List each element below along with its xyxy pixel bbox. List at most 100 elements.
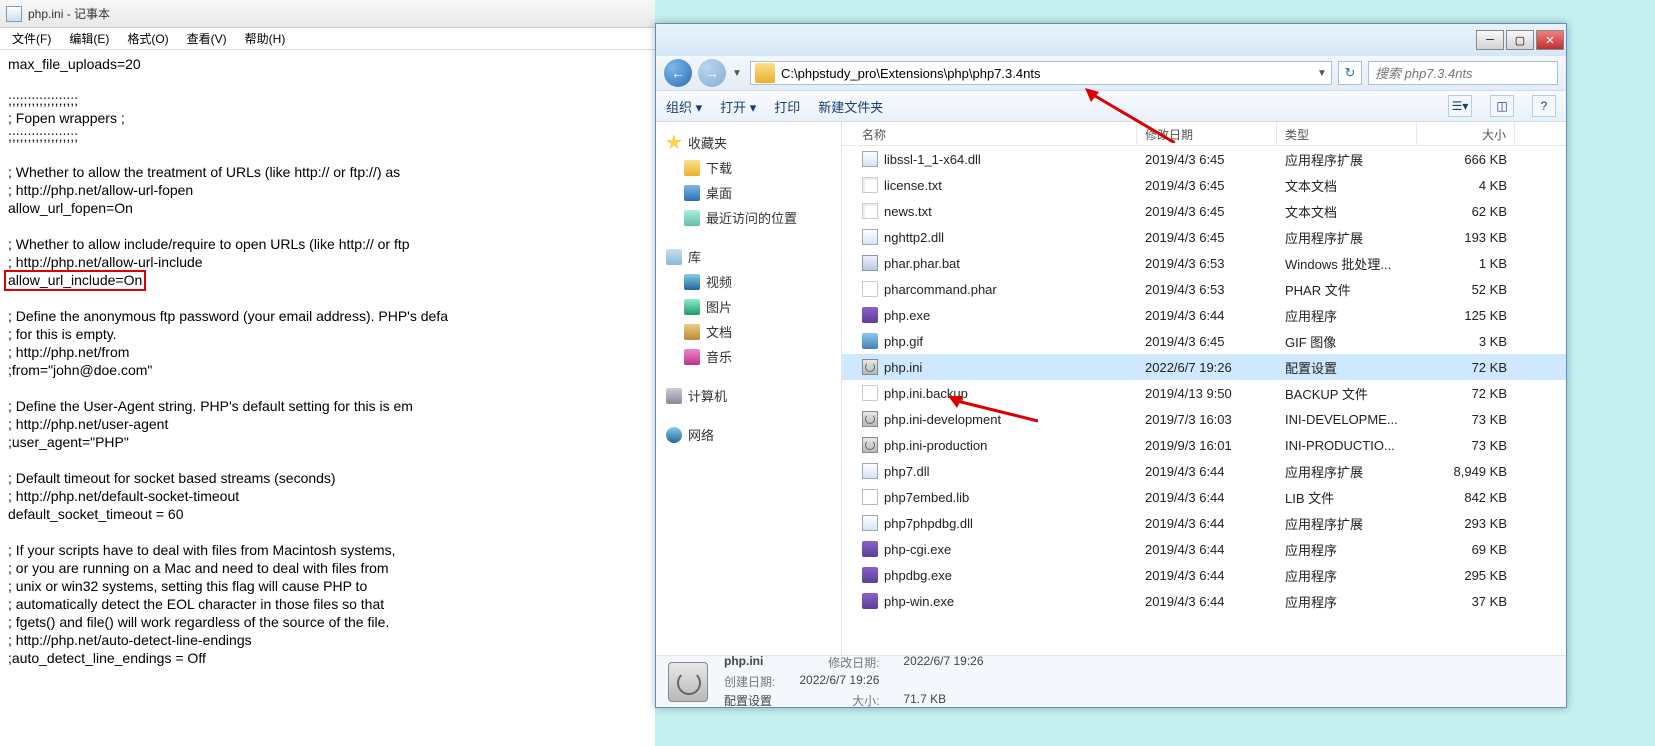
file-type-icon	[862, 385, 878, 401]
file-row[interactable]: php.exe2019/4/3 6:44应用程序125 KB	[842, 302, 1566, 328]
file-row[interactable]: php7embed.lib2019/4/3 6:44LIB 文件842 KB	[842, 484, 1566, 510]
help-icon[interactable]: ?	[1532, 95, 1556, 117]
document-icon	[684, 324, 700, 340]
refresh-button[interactable]: ↻	[1338, 61, 1362, 85]
nav-bar: ← → ▼ C:\phpstudy_pro\Extensions\php\php…	[656, 56, 1566, 90]
file-type-icon	[862, 489, 878, 505]
history-dropdown-icon[interactable]: ▼	[732, 68, 744, 79]
sidebar-head-library[interactable]: 库	[656, 244, 841, 269]
column-date[interactable]: 修改日期	[1137, 122, 1277, 145]
file-row[interactable]: php7.dll2019/4/3 6:44应用程序扩展8,949 KB	[842, 458, 1566, 484]
file-date: 2019/4/3 6:53	[1137, 256, 1277, 271]
toolbar-organize[interactable]: 组织 ▾	[666, 97, 702, 116]
file-size: 193 KB	[1417, 230, 1515, 245]
file-name: php7phpdbg.dll	[884, 516, 973, 531]
menu-edit[interactable]: 编辑(E)	[61, 28, 117, 49]
toolbar-print[interactable]: 打印	[774, 97, 800, 116]
window-controls: ─ ▢ ✕	[1476, 30, 1566, 50]
star-icon	[666, 135, 682, 151]
sidebar-head-favorites[interactable]: 收藏夹	[656, 130, 841, 155]
sidebar-item-desktop[interactable]: 桌面	[656, 180, 841, 205]
preview-pane-icon[interactable]: ◫	[1490, 95, 1514, 117]
file-size: 73 KB	[1417, 438, 1515, 453]
sidebar-item-documents[interactable]: 文档	[656, 319, 841, 344]
close-button[interactable]: ✕	[1536, 30, 1564, 50]
status-type-value: 配置设置	[724, 692, 775, 709]
status-create-label: 创建日期:	[724, 673, 775, 690]
file-type: 应用程序扩展	[1277, 228, 1417, 247]
address-dropdown-icon[interactable]: ▼	[1313, 68, 1331, 79]
file-name: phpdbg.exe	[884, 568, 952, 583]
file-row[interactable]: pharcommand.phar2019/4/3 6:53PHAR 文件52 K…	[842, 276, 1566, 302]
file-date: 2019/4/3 6:44	[1137, 464, 1277, 479]
file-date: 2019/4/3 6:45	[1137, 152, 1277, 167]
file-row[interactable]: php.ini-development2019/7/3 16:03INI-DEV…	[842, 406, 1566, 432]
file-name: news.txt	[884, 204, 932, 219]
file-name: phar.phar.bat	[884, 256, 960, 271]
file-row[interactable]: phar.phar.bat 2019/4/3 6:53Windows 批处理...…	[842, 250, 1566, 276]
sidebar-item-recent[interactable]: 最近访问的位置	[656, 205, 841, 230]
address-bar[interactable]: C:\phpstudy_pro\Extensions\php\php7.3.4n…	[750, 61, 1332, 85]
file-type: 应用程序扩展	[1277, 514, 1417, 533]
file-type: 配置设置	[1277, 358, 1417, 377]
file-size: 8,949 KB	[1417, 464, 1515, 479]
file-row[interactable]: libssl-1_1-x64.dll2019/4/3 6:45应用程序扩展666…	[842, 146, 1566, 172]
sidebar-item-music[interactable]: 音乐	[656, 344, 841, 369]
file-row[interactable]: php-cgi.exe2019/4/3 6:44应用程序69 KB	[842, 536, 1566, 562]
file-type: 应用程序扩展	[1277, 462, 1417, 481]
file-type: 应用程序	[1277, 592, 1417, 611]
file-type: Windows 批处理...	[1277, 254, 1417, 273]
file-row[interactable]: phpdbg.exe2019/4/3 6:44应用程序295 KB	[842, 562, 1566, 588]
search-box[interactable]	[1368, 61, 1558, 85]
menu-format[interactable]: 格式(O)	[119, 28, 176, 49]
sidebar-network-group: 网络	[656, 422, 841, 447]
file-row[interactable]: license.txt2019/4/3 6:45文本文档4 KB	[842, 172, 1566, 198]
toolbar-open[interactable]: 打开 ▾	[720, 97, 756, 116]
file-row[interactable]: news.txt2019/4/3 6:45文本文档62 KB	[842, 198, 1566, 224]
notepad-menubar: 文件(F) 编辑(E) 格式(O) 查看(V) 帮助(H)	[0, 28, 655, 50]
file-date: 2019/4/3 6:53	[1137, 282, 1277, 297]
sidebar-item-network[interactable]: 网络	[656, 422, 841, 447]
file-row[interactable]: php.ini2022/6/7 19:26配置设置72 KB	[842, 354, 1566, 380]
notepad-editor[interactable]: max_file_uploads=20 ;;;;;;;;;;;;;;;;;; ;…	[0, 50, 655, 674]
notepad-titlebar[interactable]: php.ini - 记事本	[0, 0, 655, 28]
column-size[interactable]: 大小	[1417, 122, 1515, 145]
file-type-icon	[862, 333, 878, 349]
sidebar-item-videos[interactable]: 视频	[656, 269, 841, 294]
column-headers: 名称 修改日期 类型 大小	[842, 122, 1566, 146]
file-size: 72 KB	[1417, 386, 1515, 401]
file-date: 2019/4/3 6:44	[1137, 516, 1277, 531]
file-row[interactable]: php.ini.backup2019/4/13 9:50BACKUP 文件72 …	[842, 380, 1566, 406]
menu-view[interactable]: 查看(V)	[179, 28, 235, 49]
minimize-button[interactable]: ─	[1476, 30, 1504, 50]
menu-help[interactable]: 帮助(H)	[237, 28, 294, 49]
status-size-value: 71.7 KB	[903, 692, 983, 709]
toolbar-newfolder[interactable]: 新建文件夹	[818, 97, 883, 116]
file-type: 应用程序扩展	[1277, 150, 1417, 169]
maximize-button[interactable]: ▢	[1506, 30, 1534, 50]
notepad-icon	[6, 6, 22, 22]
back-button[interactable]: ←	[664, 59, 692, 87]
file-size: 842 KB	[1417, 490, 1515, 505]
file-row[interactable]: php.gif2019/4/3 6:45GIF 图像3 KB	[842, 328, 1566, 354]
file-row[interactable]: php-win.exe2019/4/3 6:44应用程序37 KB	[842, 588, 1566, 614]
column-name[interactable]: 名称	[842, 122, 1137, 145]
forward-button[interactable]: →	[698, 59, 726, 87]
column-type[interactable]: 类型	[1277, 122, 1417, 145]
file-row[interactable]: php7phpdbg.dll2019/4/3 6:44应用程序扩展293 KB	[842, 510, 1566, 536]
menu-file[interactable]: 文件(F)	[4, 28, 59, 49]
sidebar-computer-group: 计算机	[656, 383, 841, 408]
explorer-titlebar[interactable]: ─ ▢ ✕	[656, 24, 1566, 56]
file-type: INI-DEVELOPME...	[1277, 412, 1417, 427]
sidebar-item-computer[interactable]: 计算机	[656, 383, 841, 408]
file-name: php.gif	[884, 334, 923, 349]
search-input[interactable]	[1369, 66, 1557, 81]
sidebar-item-downloads[interactable]: 下载	[656, 155, 841, 180]
file-row[interactable]: nghttp2.dll2019/4/3 6:45应用程序扩展193 KB	[842, 224, 1566, 250]
file-row[interactable]: php.ini-production2019/9/3 16:01INI-PROD…	[842, 432, 1566, 458]
file-date: 2019/4/3 6:44	[1137, 594, 1277, 609]
file-date: 2019/4/3 6:44	[1137, 308, 1277, 323]
sidebar-item-pictures[interactable]: 图片	[656, 294, 841, 319]
notepad-window: php.ini - 记事本 文件(F) 编辑(E) 格式(O) 查看(V) 帮助…	[0, 0, 655, 746]
view-options-icon[interactable]: ☰▾	[1448, 95, 1472, 117]
